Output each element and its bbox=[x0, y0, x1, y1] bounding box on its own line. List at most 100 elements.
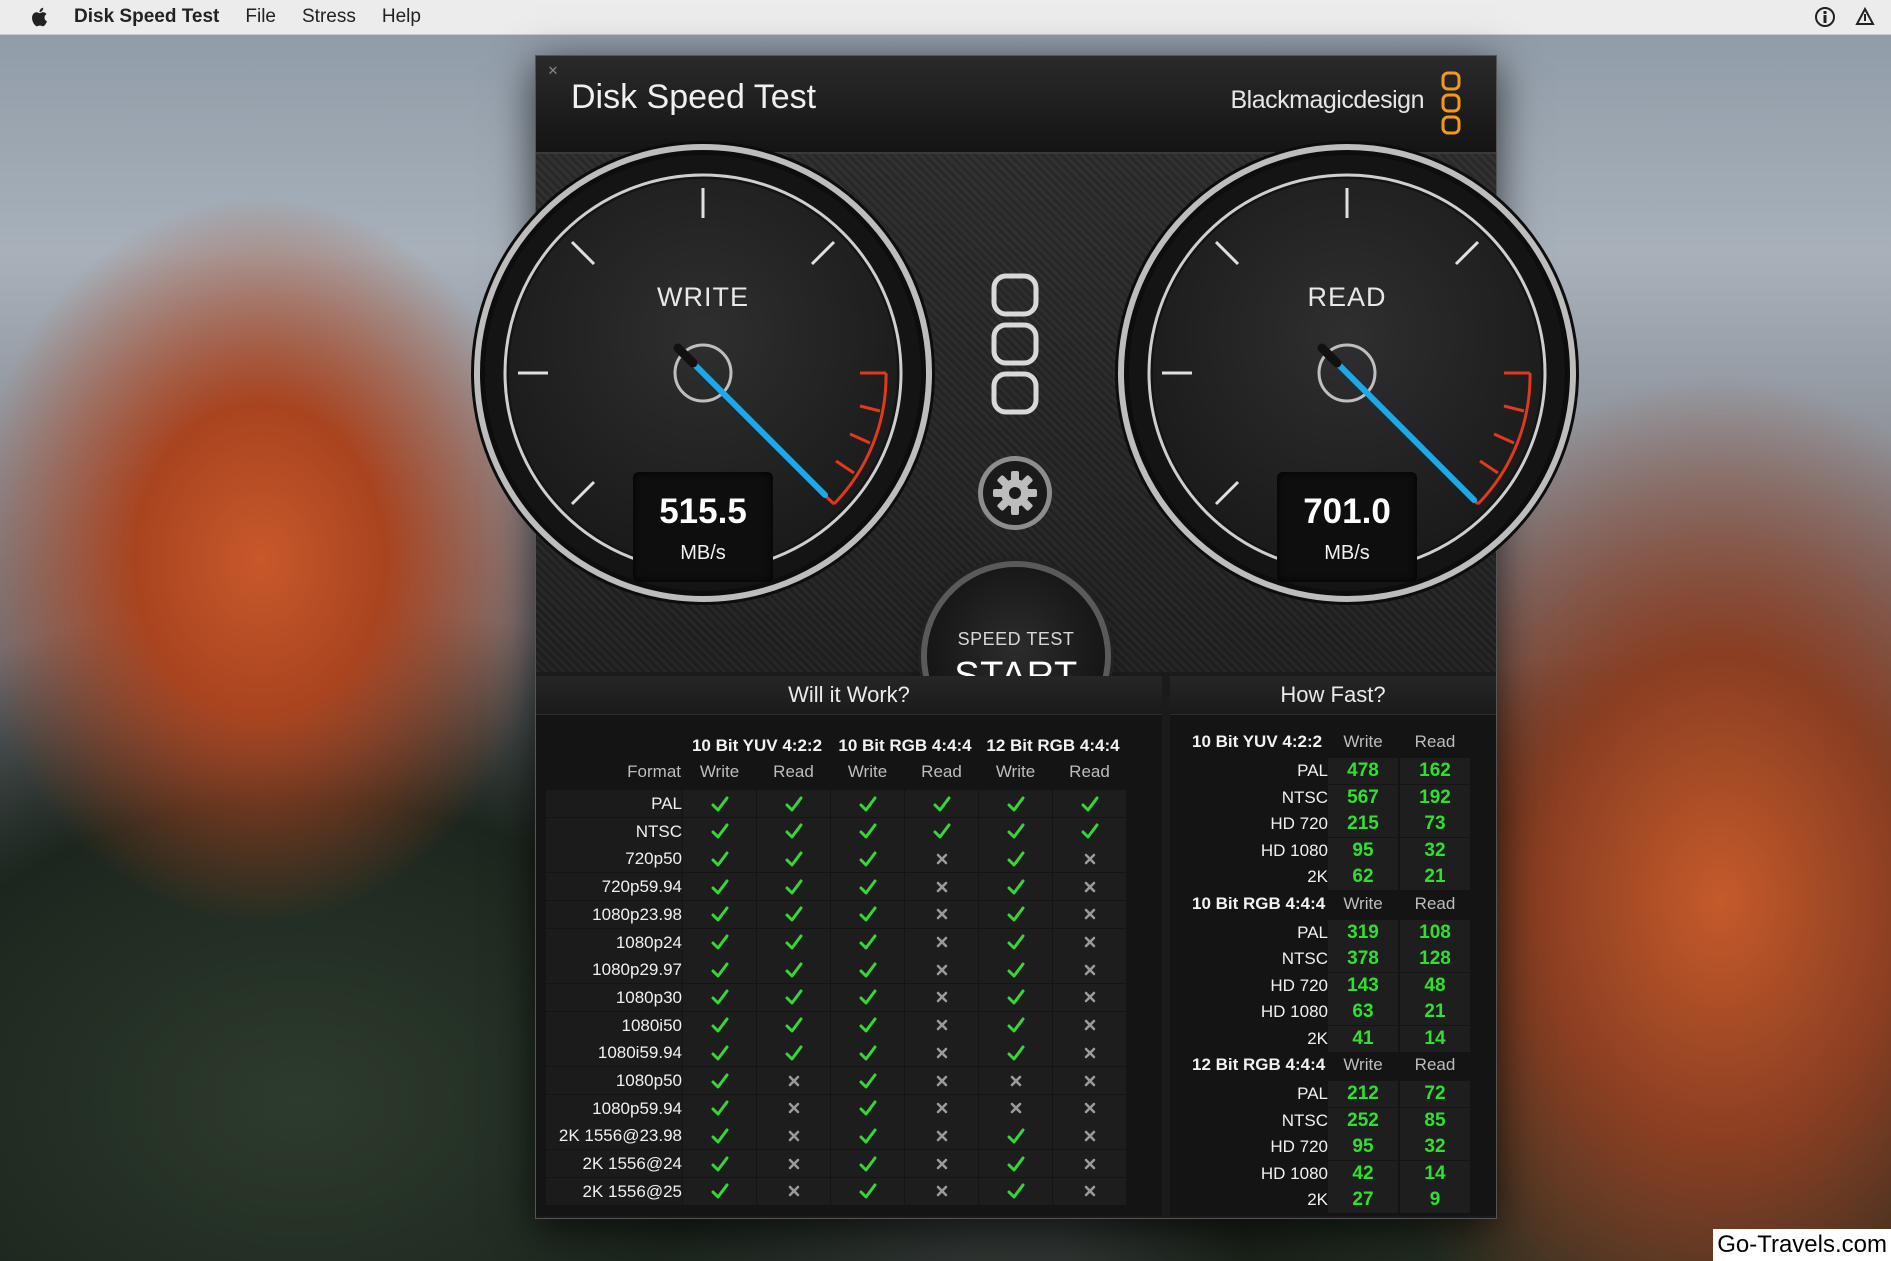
how-fast-write-value: 42 bbox=[1328, 1160, 1398, 1187]
check-icon bbox=[979, 873, 1052, 901]
how-fast-read-header: Read bbox=[1414, 893, 1456, 913]
check-icon bbox=[683, 956, 756, 984]
how-fast-format-label: NTSC bbox=[1281, 949, 1328, 968]
menu-app-name[interactable]: Disk Speed Test bbox=[74, 6, 219, 28]
cross-icon bbox=[905, 1150, 978, 1178]
will-it-work-row: 2K 1556@23.98 bbox=[546, 1122, 1146, 1150]
format-label: 2K 1556@23.98 bbox=[546, 1122, 682, 1150]
format-label: 1080p29.97 bbox=[546, 956, 682, 984]
cross-icon bbox=[757, 1067, 830, 1094]
will-it-work-title: Will it Work? bbox=[536, 676, 1162, 715]
how-fast-write-value: 378 bbox=[1328, 946, 1398, 972]
apple-icon[interactable] bbox=[28, 5, 52, 29]
blackmagic-logo-icon bbox=[1441, 71, 1461, 135]
how-fast-read-value: 73 bbox=[1400, 811, 1470, 837]
cross-icon bbox=[757, 1122, 830, 1150]
check-icon bbox=[683, 928, 756, 956]
check-icon bbox=[1053, 817, 1126, 845]
will-it-work-row: 1080p59.94 bbox=[546, 1094, 1146, 1122]
read-value-display: 701.0 MB/s bbox=[1277, 472, 1417, 582]
how-fast-read-value: 72 bbox=[1400, 1081, 1470, 1107]
cross-icon bbox=[979, 1067, 1052, 1094]
check-icon bbox=[831, 873, 904, 901]
will-it-work-subcolumn-header: Read bbox=[1069, 762, 1110, 781]
how-fast-row: NTSC 252 85 bbox=[1170, 1107, 1496, 1134]
cross-icon bbox=[905, 1067, 978, 1094]
cross-icon bbox=[1053, 1122, 1126, 1150]
check-icon bbox=[757, 900, 830, 928]
gauge-area: WRITE 515.5 MB/s SPEED TEST READ 701.0 M… bbox=[471, 141, 1579, 745]
will-it-work-row: 1080p24 bbox=[546, 928, 1146, 956]
cross-icon bbox=[905, 845, 978, 873]
menu-file[interactable]: File bbox=[245, 6, 276, 28]
how-fast-format-label: 2K bbox=[1307, 1028, 1328, 1048]
check-icon bbox=[831, 1177, 904, 1205]
check-icon bbox=[979, 1177, 1052, 1205]
check-icon bbox=[683, 817, 756, 845]
how-fast-read-value: 192 bbox=[1400, 784, 1470, 811]
gear-icon[interactable] bbox=[976, 454, 1054, 532]
read-speed-value: 701.0 bbox=[1303, 492, 1391, 531]
format-label: 1080p30 bbox=[546, 983, 682, 1011]
how-fast-read-value: 162 bbox=[1400, 758, 1470, 784]
check-icon bbox=[831, 1011, 904, 1039]
check-icon bbox=[831, 1094, 904, 1122]
check-icon bbox=[831, 1122, 904, 1150]
will-it-work-panel: Will it Work? Format 10 Bit YUV 4:2:2 10 … bbox=[536, 676, 1162, 1216]
menu-help[interactable]: Help bbox=[382, 6, 421, 28]
menu-stress[interactable]: Stress bbox=[302, 6, 356, 28]
format-label: 1080p24 bbox=[546, 928, 682, 956]
how-fast-format-label: HD 720 bbox=[1270, 814, 1328, 833]
format-column-header: Format bbox=[627, 762, 681, 781]
format-label: 1080p50 bbox=[546, 1067, 682, 1094]
check-icon bbox=[831, 845, 904, 873]
check-icon bbox=[757, 790, 830, 817]
check-icon bbox=[757, 873, 830, 901]
cross-icon bbox=[1053, 1177, 1126, 1205]
how-fast-read-value: 9 bbox=[1400, 1187, 1470, 1213]
brand-logo-text: Blackmagicdesign bbox=[1230, 86, 1425, 114]
how-fast-read-value: 85 bbox=[1400, 1107, 1470, 1134]
how-fast-format-label: HD 1080 bbox=[1260, 1163, 1328, 1183]
how-fast-format-label: HD 1080 bbox=[1260, 840, 1328, 860]
check-icon bbox=[979, 790, 1052, 817]
check-icon bbox=[831, 1150, 904, 1178]
upload-icon[interactable] bbox=[1853, 5, 1877, 29]
close-icon[interactable]: ✕ bbox=[546, 64, 560, 78]
will-it-work-group-header: 10 Bit YUV 4:2:2 bbox=[691, 736, 823, 755]
check-icon bbox=[683, 845, 756, 873]
check-icon bbox=[979, 845, 1052, 873]
check-icon bbox=[683, 1177, 756, 1205]
how-fast-row: 2K 62 21 bbox=[1170, 864, 1496, 890]
check-icon bbox=[757, 928, 830, 956]
how-fast-row: PAL 212 72 bbox=[1170, 1081, 1496, 1107]
how-fast-format-label: HD 1080 bbox=[1260, 1002, 1328, 1021]
format-label: 1080i59.94 bbox=[546, 1039, 682, 1067]
check-icon bbox=[831, 1067, 904, 1094]
how-fast-write-value: 27 bbox=[1328, 1187, 1398, 1213]
check-icon bbox=[831, 817, 904, 845]
check-icon bbox=[683, 900, 756, 928]
read-gauge-label: READ bbox=[1307, 282, 1387, 312]
cross-icon bbox=[905, 1039, 978, 1067]
will-it-work-row: NTSC bbox=[546, 817, 1146, 845]
check-icon bbox=[979, 817, 1052, 845]
check-icon bbox=[979, 1039, 1052, 1067]
how-fast-read-value: 21 bbox=[1400, 864, 1470, 890]
info-icon[interactable] bbox=[1813, 5, 1837, 29]
check-icon bbox=[831, 790, 904, 817]
menubar-status-icons bbox=[1813, 5, 1877, 29]
how-fast-format-label: PAL bbox=[1297, 1084, 1328, 1103]
how-fast-row: HD 720 143 48 bbox=[1170, 972, 1496, 999]
how-fast-row: NTSC 567 192 bbox=[1170, 784, 1496, 811]
cross-icon bbox=[905, 873, 978, 901]
how-fast-row: PAL 319 108 bbox=[1170, 919, 1496, 946]
format-label: 720p59.94 bbox=[546, 873, 682, 901]
how-fast-read-value: 14 bbox=[1400, 1025, 1470, 1052]
watermark: Go-Travels.com bbox=[1713, 1229, 1891, 1261]
cross-icon bbox=[905, 1011, 978, 1039]
will-it-work-subcolumn-header: Write bbox=[847, 762, 888, 781]
check-icon bbox=[979, 956, 1052, 984]
how-fast-write-value: 319 bbox=[1328, 919, 1398, 946]
how-fast-row: HD 720 215 73 bbox=[1170, 811, 1496, 837]
